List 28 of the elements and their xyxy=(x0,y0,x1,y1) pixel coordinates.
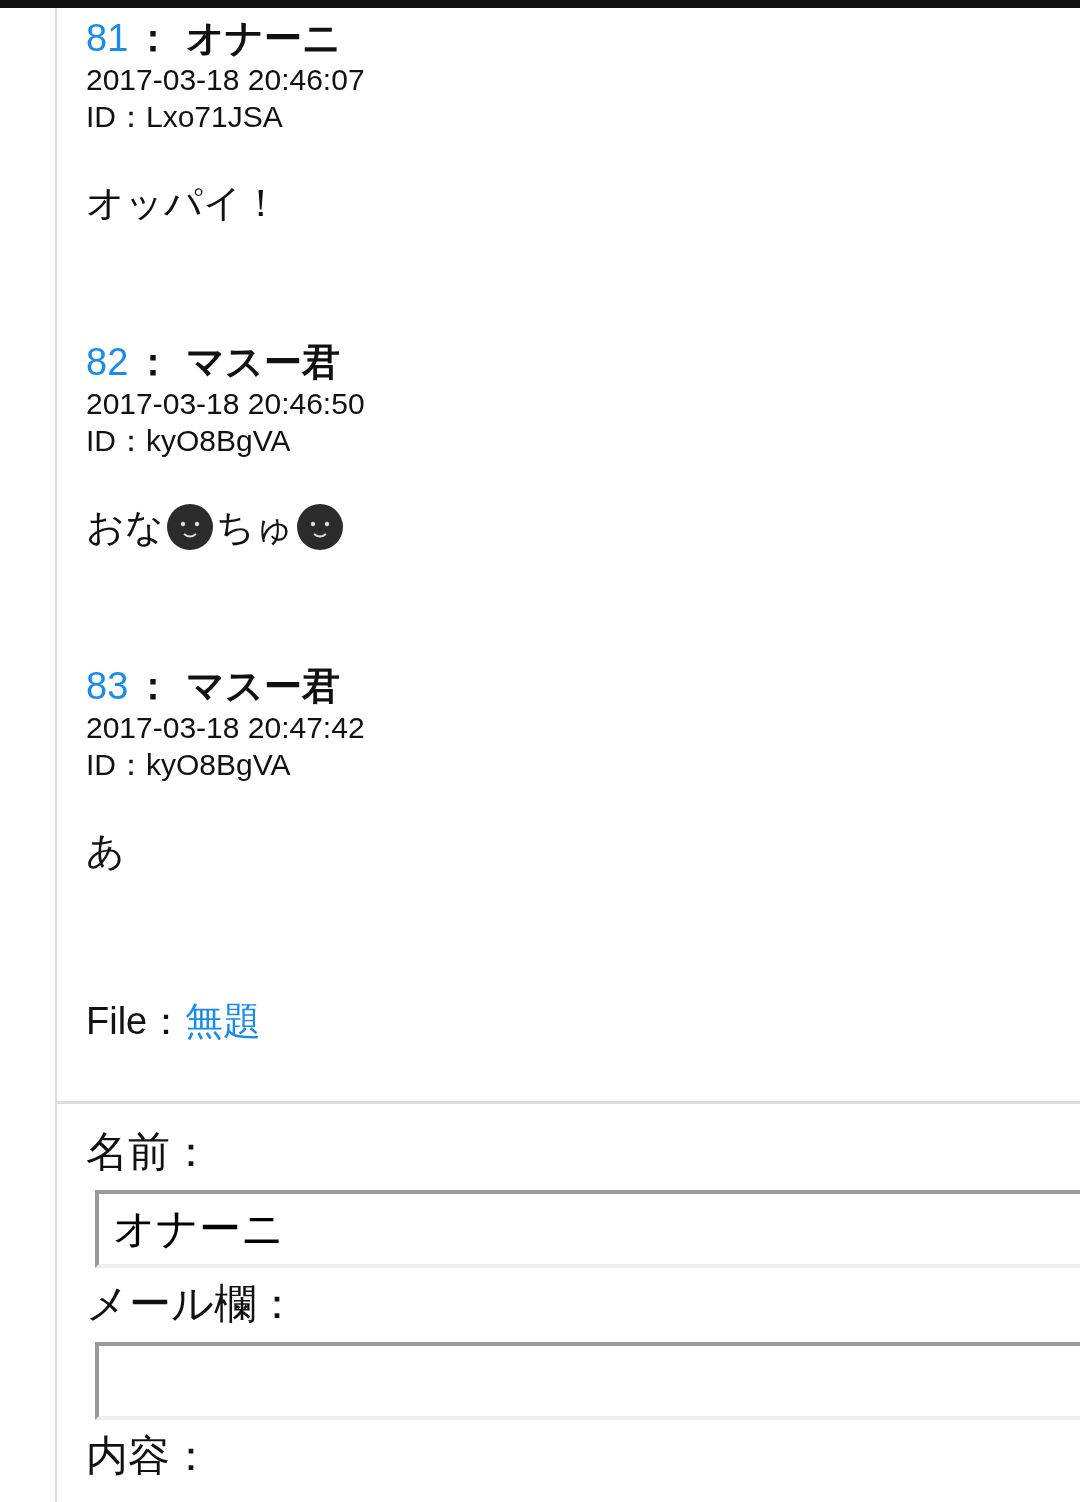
file-link[interactable]: 無題 xyxy=(185,995,262,1047)
mail-label: メール欄： xyxy=(86,1279,299,1329)
separator-text: ： xyxy=(134,340,173,385)
post-date: 2017-03-18 20:47:42 xyxy=(86,710,366,746)
post-number-link[interactable]: 81 xyxy=(86,15,129,61)
separator-text: ： xyxy=(134,664,173,709)
poster-id: ID：kyO8BgVA xyxy=(86,423,292,459)
post-date: 2017-03-18 20:46:50 xyxy=(86,386,366,422)
name-label: 名前： xyxy=(86,1127,213,1177)
name-input[interactable]: オナーニ xyxy=(95,1190,1080,1268)
post-text: オッパイ！ xyxy=(86,180,280,226)
separator-text: ： xyxy=(134,16,173,61)
post-date: 2017-03-18 20:46:07 xyxy=(86,62,366,98)
poster-id: ID：Lxo71JSA xyxy=(86,99,284,135)
post-number-link[interactable]: 82 xyxy=(86,339,129,385)
moon-face-icon xyxy=(296,503,344,551)
content-label: 内容： xyxy=(86,1431,213,1481)
poster-name: マスー君 xyxy=(186,340,341,385)
poster-name: オナーニ xyxy=(186,16,342,61)
post-text: ちゅ xyxy=(216,504,294,550)
poster-id: ID：kyO8BgVA xyxy=(86,747,292,783)
moon-face-icon xyxy=(166,503,214,551)
post-text: おな xyxy=(86,504,164,550)
file-label: File： xyxy=(86,998,186,1044)
post-number-link[interactable]: 83 xyxy=(86,663,129,709)
poster-name: マスー君 xyxy=(186,664,341,709)
post-text: あ xyxy=(86,828,125,874)
mail-input[interactable] xyxy=(95,1342,1080,1420)
